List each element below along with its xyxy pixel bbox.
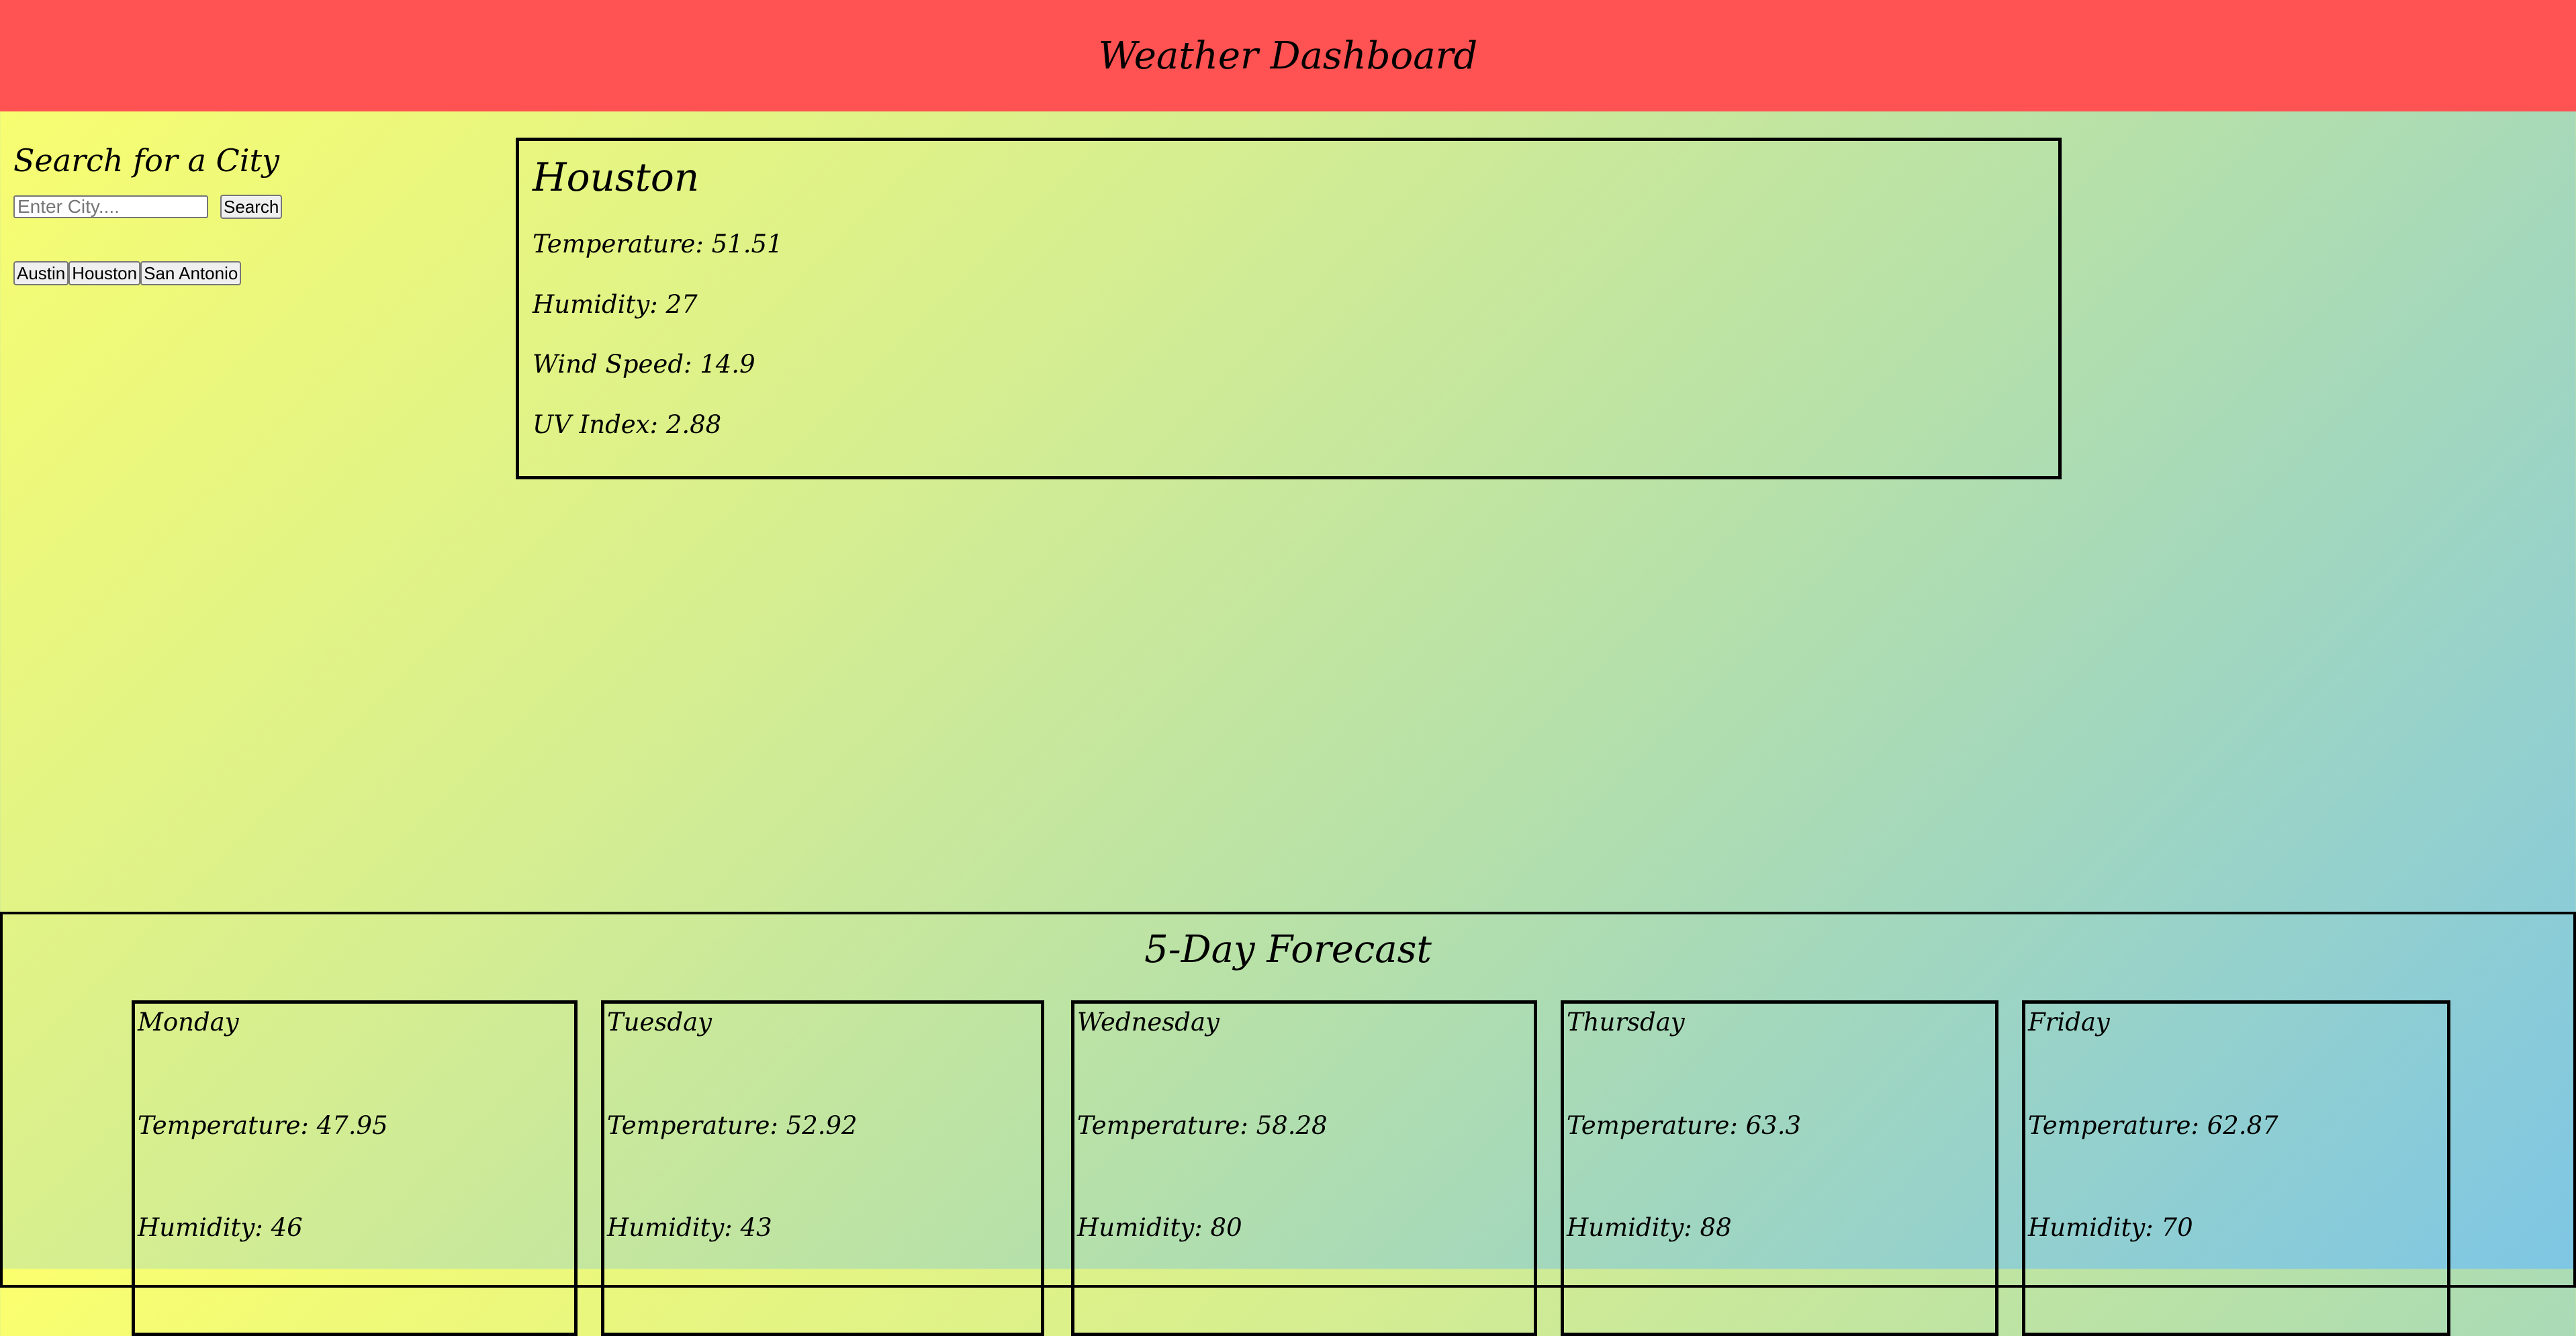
forecast-day: Wednesday (1077, 1008, 1220, 1037)
forecast-card: Tuesday Temperature: 52.92 Humidity: 43 (601, 1000, 1044, 1336)
history-button-houston[interactable]: Houston (68, 261, 141, 285)
current-temperature: Temperature: 51.51 (533, 230, 783, 258)
forecast-humidity: Humidity: 46 (138, 1213, 303, 1242)
forecast-humidity: Humidity: 43 (607, 1213, 772, 1242)
search-button[interactable]: Search (220, 195, 283, 219)
page-title: Weather Dashboard (1098, 34, 1478, 78)
forecast-day: Friday (2028, 1008, 2110, 1037)
current-city-name: Houston (533, 154, 700, 200)
forecast-humidity: Humidity: 88 (1567, 1213, 1732, 1242)
forecast-card: Monday Temperature: 47.95 Humidity: 46 (132, 1000, 578, 1336)
current-wind-speed: Wind Speed: 14.9 (533, 350, 755, 379)
current-humidity: Humidity: 27 (533, 290, 698, 319)
forecast-day: Thursday (1567, 1008, 1685, 1037)
forecast-card: Wednesday Temperature: 58.28 Humidity: 8… (1071, 1000, 1537, 1336)
forecast-section: 5-Day Forecast Monday Temperature: 47.95… (0, 912, 2576, 1336)
forecast-title: 5-Day Forecast (1144, 928, 1432, 971)
history-button-san-antonio[interactable]: San Antonio (140, 261, 242, 285)
forecast-card: Friday Temperature: 62.87 Humidity: 70 (2022, 1000, 2450, 1336)
forecast-day: Tuesday (607, 1008, 712, 1037)
forecast-temperature: Temperature: 52.92 (607, 1111, 858, 1140)
forecast-temperature: Temperature: 62.87 (2028, 1111, 2279, 1140)
forecast-day: Monday (138, 1008, 239, 1037)
city-search-input[interactable] (13, 195, 208, 218)
forecast-temperature: Temperature: 63.3 (1567, 1111, 1802, 1140)
current-uv-index: UV Index: 2.88 (533, 410, 722, 439)
search-title: Search for a City (13, 142, 279, 179)
search-history: Austin Houston San Antonio (13, 261, 242, 285)
forecast-humidity: Humidity: 80 (1077, 1213, 1242, 1242)
page-header: Weather Dashboard (0, 0, 2576, 111)
forecast-temperature: Temperature: 47.95 (138, 1111, 388, 1140)
forecast-card: Thursday Temperature: 63.3 Humidity: 88 (1561, 1000, 1998, 1336)
current-weather-panel: Houston Temperature: 51.51 Humidity: 27 … (516, 138, 2062, 479)
history-button-austin[interactable]: Austin (13, 261, 69, 285)
forecast-humidity: Humidity: 70 (2028, 1213, 2193, 1242)
forecast-temperature: Temperature: 58.28 (1077, 1111, 1328, 1140)
